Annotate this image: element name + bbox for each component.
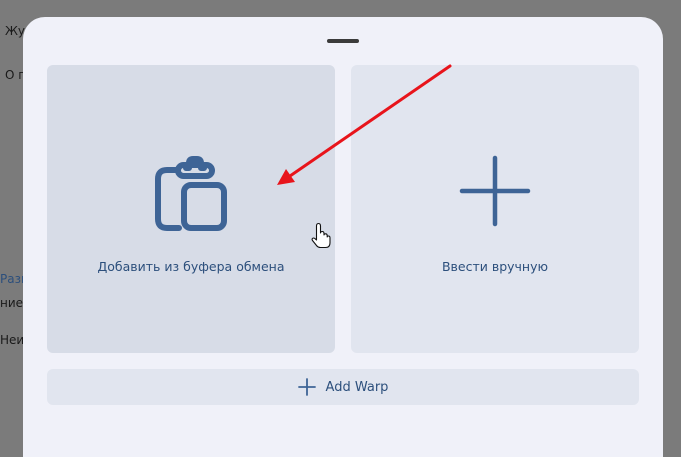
plus-icon [459, 155, 531, 227]
plus-icon [297, 378, 316, 396]
add-from-clipboard-label: Добавить из буфера обмена [97, 259, 285, 274]
add-config-sheet: Добавить из буфера обмена Ввести вручную… [23, 17, 663, 457]
add-warp-label: Add Warp [325, 379, 389, 395]
add-warp-button[interactable]: Add Warp [47, 369, 639, 405]
clipboard-icon [155, 156, 227, 231]
add-from-clipboard-button[interactable]: Добавить из буфера обмена [47, 65, 335, 353]
background-item: Неи [0, 333, 25, 347]
drag-handle[interactable] [327, 39, 359, 43]
background-item: ние [0, 296, 24, 310]
enter-manually-label: Ввести вручную [441, 259, 549, 274]
enter-manually-button[interactable]: Ввести вручную [351, 65, 639, 353]
